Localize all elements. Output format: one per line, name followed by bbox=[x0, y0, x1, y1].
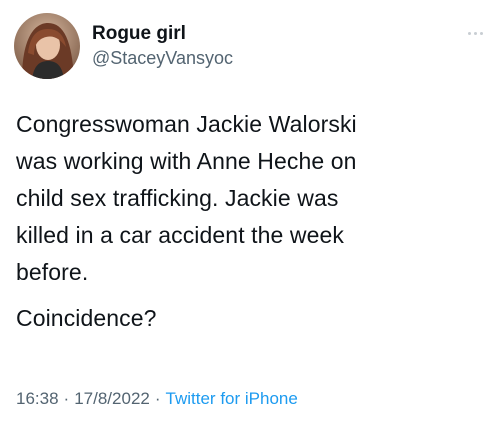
tweet-line: Congresswoman Jackie Walorski bbox=[16, 111, 357, 137]
tweet-line: was working with Anne Heche on bbox=[16, 148, 357, 174]
display-name[interactable]: Rogue girl bbox=[92, 22, 233, 46]
separator: · bbox=[63, 389, 70, 408]
user-info: Rogue girl @StaceyVansyoc bbox=[92, 22, 233, 70]
dot bbox=[479, 31, 483, 35]
separator: · bbox=[154, 389, 161, 408]
tweet-text: Congresswoman Jackie Walorski was workin… bbox=[16, 106, 486, 337]
avatar[interactable] bbox=[14, 13, 80, 79]
tweet-card: Rogue girl @StaceyVansyoc Congresswoman … bbox=[0, 0, 500, 425]
tweet-line: killed in a car accident the week bbox=[16, 222, 345, 248]
tweet-question: Coincidence? bbox=[16, 305, 157, 331]
profile-photo-icon bbox=[14, 13, 80, 79]
tweet-date[interactable]: 17/8/2022 bbox=[74, 389, 150, 408]
user-handle[interactable]: @StaceyVansyoc bbox=[92, 46, 233, 70]
tweet-line: before. bbox=[16, 259, 89, 285]
tweet-paragraph: Congresswoman Jackie Walorski was workin… bbox=[16, 106, 486, 291]
tweet-line: child sex trafficking. Jackie was bbox=[16, 185, 339, 211]
dot bbox=[473, 31, 477, 35]
tweet-time[interactable]: 16:38 bbox=[16, 389, 59, 408]
more-options-icon[interactable] bbox=[462, 26, 488, 40]
tweet-source-link[interactable]: Twitter for iPhone bbox=[166, 389, 298, 408]
tweet-header: Rogue girl @StaceyVansyoc bbox=[14, 12, 233, 80]
tweet-metadata: 16:38 · 17/8/2022 · Twitter for iPhone bbox=[16, 388, 298, 410]
dot bbox=[467, 31, 471, 35]
